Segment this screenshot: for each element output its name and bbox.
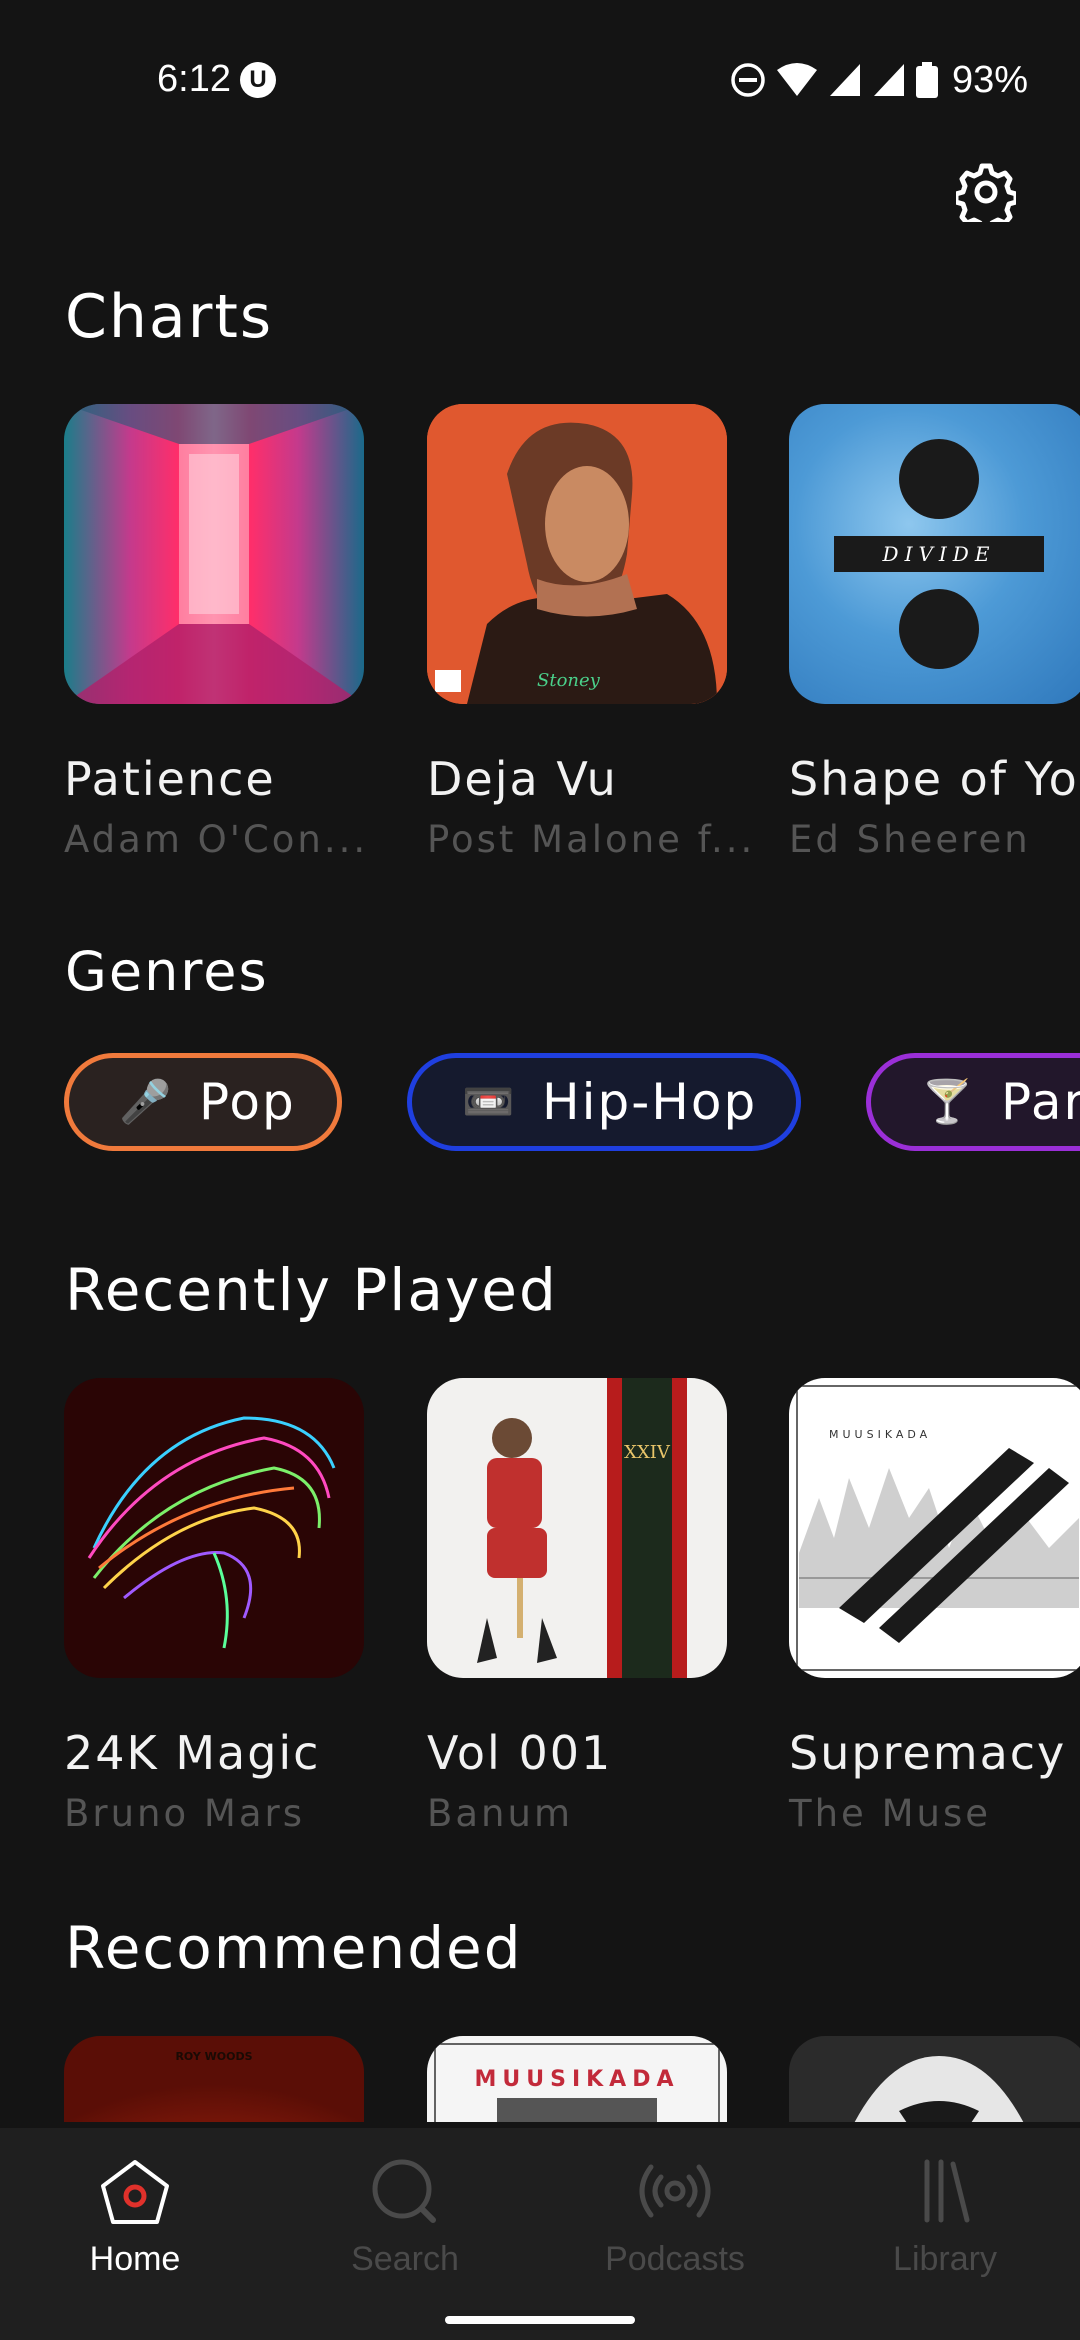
track-title: Vol 001 xyxy=(427,1726,613,1780)
gear-icon xyxy=(953,163,1019,233)
chart-card[interactable]: Stoney Deja Vu Post Malone f... xyxy=(427,404,752,861)
track-artist: Adam O'Con... xyxy=(64,818,369,861)
album-art xyxy=(64,404,364,704)
album-art: MUUSIKADA xyxy=(427,2036,727,2122)
nav-podcasts[interactable]: Podcasts xyxy=(540,2156,810,2296)
home-icon xyxy=(101,2160,169,2224)
recommended-card[interactable]: ROY WOODS xyxy=(64,2036,364,2122)
track-title: Supremacy xyxy=(789,1726,1067,1780)
status-icons: 93% xyxy=(730,58,1028,102)
album-art: XXIV xyxy=(427,1378,727,1678)
track-title: Shape of Yo... xyxy=(789,752,1080,806)
chart-card[interactable]: DIVIDE Shape of Yo... Ed Sheeren xyxy=(789,404,1080,861)
recommended-title: Recommended xyxy=(65,1914,523,1982)
album-text: MUUSIKADA xyxy=(829,1428,931,1441)
home-indicator[interactable] xyxy=(445,2316,635,2324)
nav-label: Home xyxy=(89,2240,181,2278)
album-art: Stoney xyxy=(427,404,727,704)
genre-chip-pop[interactable]: 🎤 Pop xyxy=(64,1053,342,1151)
do-not-disturb-icon xyxy=(731,63,765,97)
nav-library[interactable]: Library xyxy=(810,2156,1080,2296)
recently-played-row[interactable]: 24K Magic Bruno Mars XXIV Vol 001 Banum … xyxy=(0,1378,1080,1898)
nav-home[interactable]: Home xyxy=(0,2156,270,2296)
recent-card[interactable]: MUUSIKADA Supremacy The Muse xyxy=(789,1378,1080,1835)
genre-label: Party xyxy=(1001,1073,1080,1131)
recent-card[interactable]: XXIV Vol 001 Banum xyxy=(427,1378,727,1835)
genre-label: Hip-Hop xyxy=(542,1073,758,1131)
battery-percent: 93% xyxy=(951,58,1028,101)
track-artist: Post Malone f... xyxy=(427,818,756,861)
podcast-icon xyxy=(639,2164,711,2218)
album-art: DIVIDE xyxy=(789,404,1080,704)
status-time: 6:12 xyxy=(157,58,231,100)
library-icon xyxy=(924,2159,970,2223)
recommended-card[interactable] xyxy=(789,2036,1080,2122)
vpn-icon: U xyxy=(240,62,276,98)
bottom-nav: Home Search Podcasts Library xyxy=(0,2128,1080,2340)
svg-text:Stoney: Stoney xyxy=(537,670,601,691)
track-artist: Ed Sheeren xyxy=(789,818,1031,861)
genres-title: Genres xyxy=(65,940,269,1003)
album-text: XXIV xyxy=(624,1442,671,1463)
album-art xyxy=(64,1378,364,1678)
album-art: MUUSIKADA xyxy=(789,1378,1080,1678)
battery-icon xyxy=(915,62,938,98)
album-art: ROY WOODS xyxy=(64,2036,364,2122)
genre-chip-party[interactable]: 🍸 Party xyxy=(866,1053,1080,1151)
wifi-icon xyxy=(776,63,817,96)
cell-signal-2-icon xyxy=(873,64,904,96)
recent-card[interactable]: 24K Magic Bruno Mars xyxy=(64,1378,364,1835)
settings-button[interactable] xyxy=(953,162,1019,233)
track-artist: Bruno Mars xyxy=(64,1792,305,1835)
track-artist: The Muse xyxy=(789,1792,991,1835)
album-text: DIVIDE xyxy=(882,542,996,566)
recently-played-title: Recently Played xyxy=(65,1256,558,1324)
nav-label: Library xyxy=(893,2240,997,2278)
cassette-icon: 📼 xyxy=(462,1077,515,1126)
genre-label: Pop xyxy=(199,1073,296,1131)
charts-title: Charts xyxy=(65,282,274,352)
track-title: 24K Magic xyxy=(64,1726,321,1780)
album-art xyxy=(789,2036,1080,2122)
search-icon xyxy=(372,2159,436,2223)
charts-row[interactable]: Patience Adam O'Con... Stoney Deja Vu Po… xyxy=(0,404,1080,924)
microphone-icon: 🎤 xyxy=(119,1077,172,1126)
album-text: MUUSIKADA xyxy=(474,2067,679,2092)
nav-label: Podcasts xyxy=(605,2240,745,2278)
genre-chip-hip-hop[interactable]: 📼 Hip-Hop xyxy=(407,1053,801,1151)
nav-search[interactable]: Search xyxy=(270,2156,540,2296)
track-title: Deja Vu xyxy=(427,752,618,806)
album-text: ROY WOODS xyxy=(175,2050,252,2063)
cocktail-icon: 🍸 xyxy=(921,1077,974,1126)
nav-label: Search xyxy=(351,2240,459,2278)
genres-row[interactable]: 🎤 Pop 📼 Hip-Hop 🍸 Party xyxy=(0,1050,1080,1160)
recommended-row[interactable]: ROY WOODS MUUSIKADA xyxy=(0,2036,1080,2122)
chart-card[interactable]: Patience Adam O'Con... xyxy=(64,404,365,861)
track-artist: Banum xyxy=(427,1792,573,1835)
track-title: Patience xyxy=(64,752,276,806)
cell-signal-icon xyxy=(829,64,860,96)
recommended-card[interactable]: MUUSIKADA xyxy=(427,2036,727,2122)
status-bar: 6:12 U 93% xyxy=(0,0,1080,160)
